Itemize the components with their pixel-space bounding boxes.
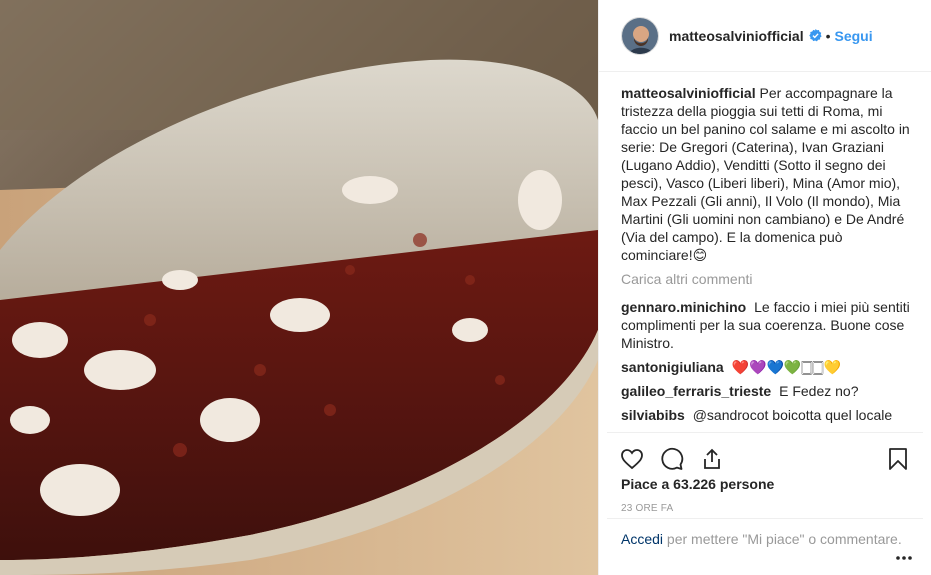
avatar[interactable] — [621, 16, 659, 55]
heart-icon — [621, 448, 643, 469]
verified-badge-icon — [808, 29, 822, 42]
comment-item: santonigiuliana ❤️💜💙💚🀆🀆💛 — [621, 358, 915, 376]
comment-item: silviabibs @sandrocot boicotta quel loca… — [621, 406, 915, 424]
post-username[interactable]: matteosalviniofficial — [669, 28, 804, 44]
comment-username[interactable]: santonigiuliana — [621, 359, 724, 375]
comment-item: galileo_ferraris_trieste E Fedez no? — [621, 382, 915, 400]
separator-dot: • — [825, 27, 831, 44]
login-link[interactable]: Accedi — [621, 531, 663, 547]
comment-button[interactable] — [655, 442, 689, 476]
bookmark-icon — [889, 447, 907, 470]
likes-count[interactable]: Piace a 63.226 persone — [621, 476, 774, 492]
save-button[interactable] — [881, 442, 915, 476]
comment-text: E Fedez no? — [779, 383, 859, 399]
post-sidebar: matteosalviniofficial • Segui matteosalv… — [598, 0, 931, 575]
comments-list: matteosalviniofficial Per accompagnare l… — [621, 84, 915, 432]
follow-button[interactable]: Segui — [835, 28, 873, 44]
share-button[interactable] — [695, 442, 729, 476]
more-options-button[interactable] — [895, 548, 913, 564]
comment-username[interactable]: galileo_ferraris_trieste — [621, 383, 771, 399]
post-dialog: matteosalviniofficial • Segui matteosalv… — [0, 0, 931, 575]
comment-item: gennaro.minichino Le faccio i miei più s… — [621, 298, 915, 352]
login-prompt-text: per mettere "Mi piace" o commentare. — [663, 531, 902, 547]
like-button[interactable] — [615, 442, 649, 476]
post-photo[interactable] — [0, 0, 598, 575]
caption-text: Per accompagnare la tristezza della piog… — [621, 85, 910, 263]
comment-username[interactable]: gennaro.minichino — [621, 299, 746, 315]
comment-username[interactable]: silviabibs — [621, 407, 685, 423]
post-header: matteosalviniofficial • Segui — [599, 0, 931, 72]
action-bar — [607, 432, 923, 478]
comment-icon — [661, 447, 684, 470]
post-caption: matteosalviniofficial Per accompagnare l… — [621, 84, 915, 264]
share-icon — [704, 448, 720, 469]
comment-text: ❤️💜💙💚🀆🀆💛 — [731, 359, 841, 375]
caption-username[interactable]: matteosalviniofficial — [621, 85, 756, 101]
more-dots-icon — [896, 556, 912, 560]
load-more-comments-link[interactable]: Carica altri commenti — [621, 270, 915, 288]
salami-image — [0, 0, 598, 575]
login-prompt: Accedi per mettere "Mi piace" o commenta… — [607, 518, 923, 575]
post-timestamp[interactable]: 23 ORE FA — [621, 503, 673, 514]
comment-text: @sandrocot boicotta quel locale — [692, 407, 893, 423]
